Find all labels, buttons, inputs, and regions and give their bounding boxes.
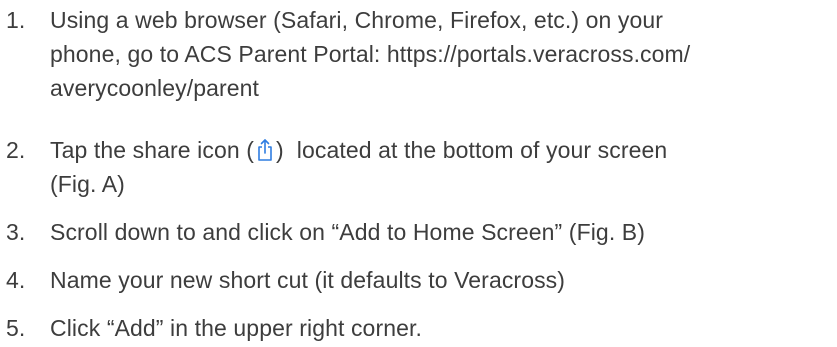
step-number: 2. bbox=[6, 137, 26, 163]
step-text-line: Using a web browser (Safari, Chrome, Fir… bbox=[50, 7, 664, 33]
step-text: Name your new short cut (it defaults to … bbox=[50, 263, 820, 297]
step-number: 5. bbox=[6, 315, 26, 341]
step-text-before-icon: Tap the share icon ( bbox=[50, 137, 255, 163]
step-text: Using a web browser (Safari, Chrome, Fir… bbox=[50, 3, 820, 105]
step-text-line: Scroll down to and click on “Add to Home… bbox=[50, 219, 645, 245]
step-number: 3. bbox=[6, 219, 26, 245]
share-icon bbox=[258, 139, 272, 161]
step-number: 1. bbox=[6, 7, 26, 33]
step-text-line: Click “Add” in the upper right corner. bbox=[50, 315, 422, 341]
step-text: Scroll down to and click on “Add to Home… bbox=[50, 215, 820, 249]
step-text-line: averycoonley/parent bbox=[50, 75, 260, 101]
step-text-after-icon: ) located at the bottom of your screen bbox=[276, 137, 668, 163]
instructions-page: 1. Using a web browser (Safari, Chrome, … bbox=[0, 0, 837, 347]
step-number: 4. bbox=[6, 267, 26, 293]
step-text-line: phone, go to ACS Parent Portal: https://… bbox=[50, 41, 691, 67]
step-text-line: Tap the share icon ( ) located at the bot… bbox=[50, 133, 820, 167]
step-text-line: Name your new short cut (it defaults to … bbox=[50, 267, 566, 293]
step-text: Tap the share icon ( ) located at the bot… bbox=[50, 133, 820, 201]
step-text-line: (Fig. A) bbox=[50, 171, 125, 197]
step-text: Click “Add” in the upper right corner. bbox=[50, 311, 820, 345]
